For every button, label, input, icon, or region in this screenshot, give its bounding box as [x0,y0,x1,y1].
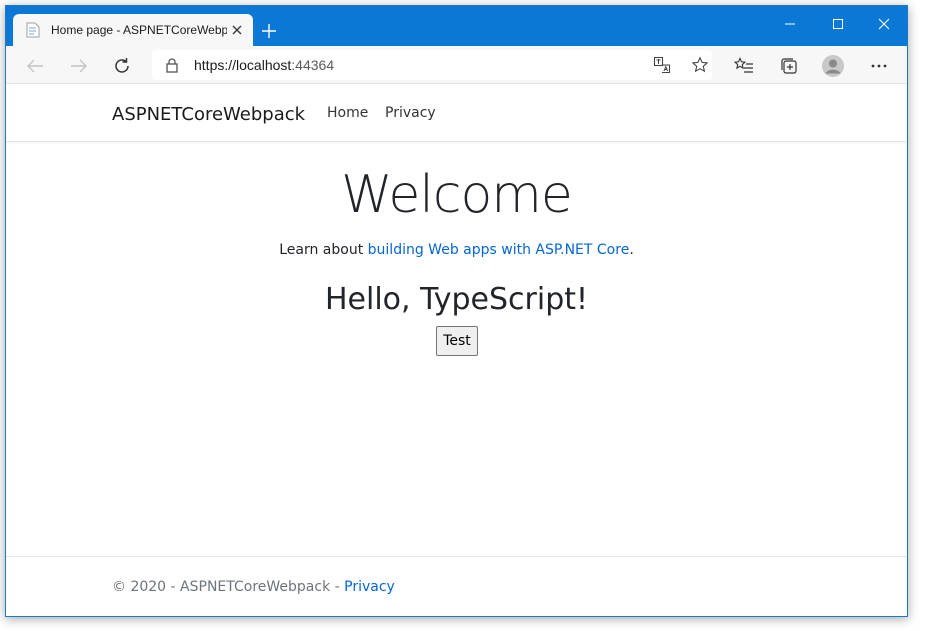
address-bar[interactable]: https://localhost:44364 [152,50,712,80]
tab-title: Home page - ASPNETCoreWebpack [51,23,227,37]
learn-suffix: . [629,242,634,258]
lock-icon[interactable] [164,57,180,73]
tab-strip: Home page - ASPNETCoreWebpack [6,6,907,46]
nav-link-home[interactable]: Home [327,105,368,121]
hello-typescript-heading: Hello, TypeScript! [324,282,589,317]
url-host: localhost [236,57,292,73]
url-scheme: https:// [194,57,237,73]
nav-link-privacy[interactable]: Privacy [385,105,436,121]
maximize-button[interactable] [818,12,858,36]
tab-close-icon[interactable] [229,22,245,38]
learn-about-text: Learn about building Web apps with ASP.N… [6,242,907,258]
browser-tab[interactable]: Home page - ASPNETCoreWebpack [13,14,253,46]
url-port: :44364 [291,57,335,73]
web-page: ASPNETCoreWebpack Home Privacy Welcome L… [6,85,907,616]
aspnet-docs-link[interactable]: building Web apps with ASP.NET Core [368,242,630,258]
site-navbar: ASPNETCoreWebpack Home Privacy [6,85,907,142]
site-footer: © 2020 - ASPNETCoreWebpack - Privacy [6,556,907,616]
more-options-icon[interactable] [866,53,892,79]
translate-icon[interactable] [652,55,672,75]
browser-toolbar: https://localhost:44364 [6,46,907,84]
refresh-icon[interactable] [109,53,135,79]
close-window-button[interactable] [864,12,904,36]
back-arrow-icon[interactable] [22,53,48,79]
profile-avatar-icon[interactable] [820,53,846,79]
browser-window: Home page - ASPNETCoreWebpack [5,5,908,617]
favorite-star-icon[interactable] [690,55,710,75]
site-brand-link[interactable]: ASPNETCoreWebpack [112,104,305,125]
favorites-list-icon[interactable] [731,53,757,79]
new-tab-button[interactable] [258,20,280,42]
forward-arrow-icon[interactable] [66,53,92,79]
test-button[interactable]: Test [436,326,478,356]
learn-prefix: Learn about [279,242,368,258]
minimize-button[interactable] [770,12,810,36]
footer-copyright: © 2020 - ASPNETCoreWebpack - [112,579,345,595]
page-favicon-icon [25,22,41,38]
footer-text: © 2020 - ASPNETCoreWebpack - Privacy [112,579,395,595]
footer-privacy-link[interactable]: Privacy [344,579,395,595]
url-text[interactable]: https://localhost:44364 [194,57,334,73]
collections-icon[interactable] [776,53,802,79]
page-title: Welcome [341,165,573,225]
